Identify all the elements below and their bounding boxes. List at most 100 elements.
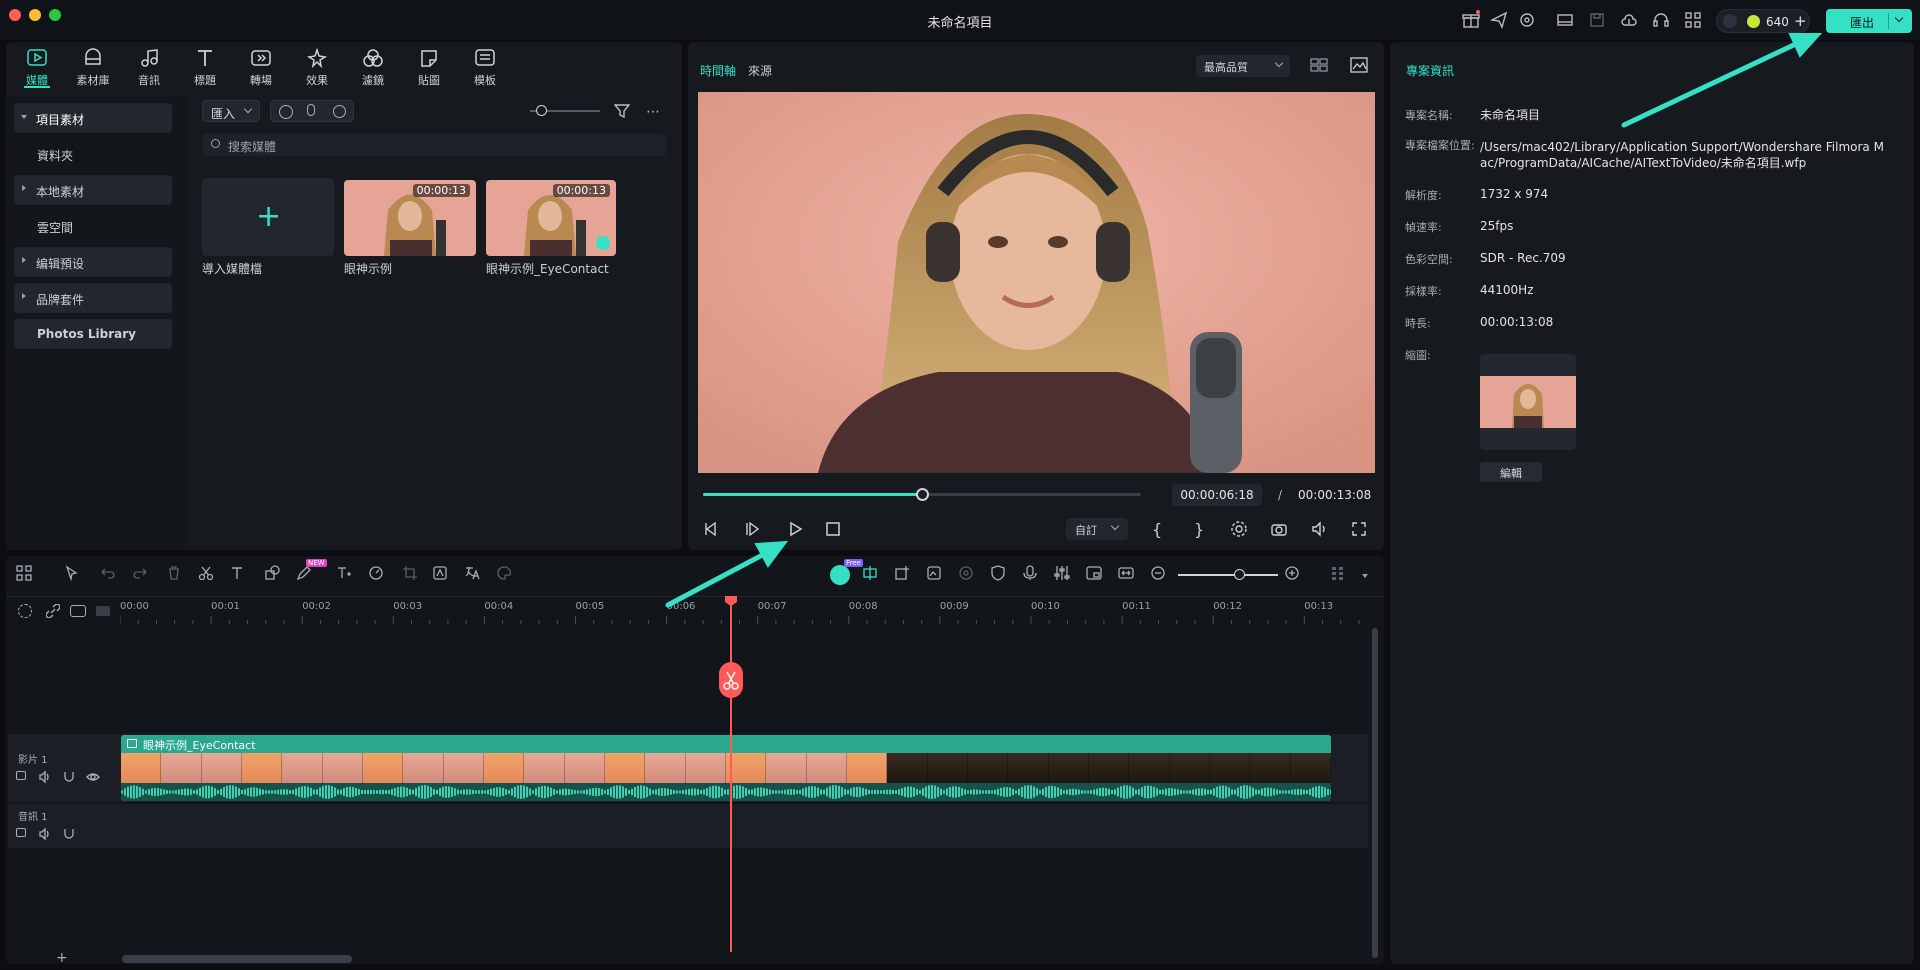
crop-icon[interactable] (402, 565, 422, 585)
custom-ratio-dropdown[interactable]: 自訂 (1066, 518, 1128, 540)
tab-timeline[interactable]: 時間軸 (700, 62, 736, 79)
shape-tool-icon[interactable] (264, 565, 284, 585)
tab-transitions[interactable]: 轉場 (236, 48, 286, 88)
unlink-icon[interactable] (46, 604, 60, 618)
filter-funnel-icon[interactable] (614, 103, 630, 119)
audio-track-lock-icon[interactable] (16, 828, 26, 837)
mark-in-icon[interactable]: { (1152, 520, 1172, 540)
export-dropdown-icon[interactable] (1894, 13, 1904, 23)
add-track-button[interactable]: + (56, 950, 68, 966)
video-track-magnet-icon[interactable] (62, 770, 76, 784)
fit-timeline-icon[interactable] (1118, 565, 1138, 585)
mask-shield-icon[interactable] (990, 565, 1010, 585)
media-thumbnail-1[interactable]: 00:00:13 (344, 180, 476, 256)
mic-icon[interactable] (307, 104, 315, 116)
stop-button[interactable] (824, 520, 844, 540)
add-keyframe-icon[interactable] (894, 565, 914, 585)
cloud-upload-icon[interactable] (1620, 11, 1640, 31)
fullscreen-icon[interactable] (1350, 520, 1370, 540)
tab-effects[interactable]: 效果 (292, 48, 342, 88)
playhead-split-button[interactable] (719, 662, 743, 698)
headset-icon[interactable] (1652, 11, 1672, 31)
image-snapshot-icon[interactable] (1350, 57, 1368, 73)
auto-reframe-icon[interactable] (862, 565, 882, 585)
grid-view-icon[interactable] (1310, 58, 1328, 72)
media-thumbnail-2[interactable]: 00:00:13 (486, 180, 616, 256)
vertical-scrollbar[interactable] (1372, 628, 1378, 958)
tab-filters[interactable]: 濾鏡 (348, 48, 398, 88)
tab-source[interactable]: 來源 (748, 62, 772, 79)
ai-text-icon[interactable] (336, 565, 356, 585)
track-view-dropdown-icon[interactable] (1362, 574, 1368, 578)
current-time[interactable]: 00:00:06:18 (1172, 484, 1262, 506)
mark-out-icon[interactable]: } (1194, 520, 1214, 540)
snapshot-camera-icon[interactable] (1270, 520, 1290, 540)
ai-edit-icon[interactable] (432, 565, 452, 585)
sidebar-item-cloud[interactable]: 雲空間 (14, 211, 172, 241)
color-palette-icon[interactable] (496, 565, 516, 585)
audio-track-magnet-icon[interactable] (62, 827, 76, 841)
translate-icon[interactable] (464, 565, 484, 585)
record-voice-icon[interactable] (1022, 565, 1042, 585)
screen-record-icon[interactable] (279, 105, 293, 119)
timeline-ruler[interactable] (120, 614, 1370, 624)
undo-icon[interactable] (100, 565, 120, 585)
import-dropdown[interactable]: 匯入 (202, 100, 260, 122)
tab-stickers[interactable]: 貼圖 (404, 48, 454, 88)
add-credits-icon[interactable]: + (1794, 12, 1807, 30)
pen-tool-icon[interactable] (296, 565, 316, 585)
timeline-settings-icon[interactable] (18, 604, 32, 618)
track-height-icon[interactable] (96, 606, 110, 616)
tab-audio[interactable]: 音訊 (124, 48, 174, 88)
credits-badge[interactable]: 640 + (1716, 9, 1810, 33)
play-button[interactable] (786, 520, 806, 540)
split-scissors-icon[interactable] (198, 565, 218, 585)
audio-track-mute-icon[interactable] (38, 827, 52, 841)
track-view-icon[interactable] (1330, 565, 1350, 585)
edit-thumbnail-button[interactable]: 編輯 (1480, 462, 1542, 482)
apps-grid-icon[interactable] (1684, 11, 1704, 31)
volume-icon[interactable] (1310, 520, 1330, 540)
settings-gear-icon[interactable] (1230, 520, 1250, 540)
stabilize-icon[interactable] (958, 565, 978, 585)
layout-grid-icon[interactable] (16, 565, 36, 585)
speed-icon[interactable] (368, 565, 388, 585)
video-preview[interactable] (698, 92, 1375, 473)
link-tracks-icon[interactable] (70, 605, 86, 617)
timeline-zoom-knob[interactable] (1234, 569, 1245, 580)
save-icon[interactable] (1588, 11, 1608, 31)
video-track-mute-icon[interactable] (38, 770, 52, 784)
sidebar-item-brand-kit[interactable]: 品牌套件 (14, 283, 172, 313)
sidebar-item-folder[interactable]: 資料夾 (14, 139, 172, 169)
horizontal-scrollbar[interactable] (122, 955, 352, 963)
quality-dropdown[interactable]: 最高品質 (1196, 55, 1290, 77)
zoom-in-icon[interactable] (1284, 565, 1304, 585)
sidebar-item-photos-library[interactable]: Photos Library (14, 319, 172, 349)
zoom-out-icon[interactable] (1150, 565, 1170, 585)
search-input[interactable]: 搜索媒體 (202, 134, 666, 156)
zoom-slider-knob[interactable] (536, 105, 547, 116)
timeline-zoom-slider[interactable] (1178, 574, 1278, 576)
ai-image-icon[interactable] (926, 565, 946, 585)
playhead[interactable] (730, 604, 732, 952)
layout-icon[interactable] (1556, 11, 1576, 31)
tab-library[interactable]: 素材庫 (68, 48, 118, 88)
voice-icon[interactable] (333, 105, 346, 118)
video-track-visibility-icon[interactable] (86, 770, 100, 784)
video-track-lock-icon[interactable] (16, 771, 26, 780)
export-button[interactable]: 匯出 (1826, 9, 1912, 33)
sidebar-item-project-media[interactable]: 項目素材 (14, 103, 172, 133)
community-icon[interactable] (1518, 11, 1538, 31)
delete-icon[interactable] (166, 565, 186, 585)
text-tool-icon[interactable] (230, 565, 250, 585)
more-options-icon[interactable]: ⋯ (646, 104, 660, 120)
playback-scrubber-knob[interactable] (916, 488, 929, 501)
send-icon[interactable] (1490, 11, 1510, 31)
import-media-tile[interactable]: + (202, 178, 334, 256)
redo-icon[interactable] (132, 565, 152, 585)
audio-mixer-icon[interactable] (1054, 565, 1074, 585)
sidebar-item-local-media[interactable]: 本地素材 (14, 175, 172, 205)
picture-in-picture-icon[interactable] (1086, 565, 1106, 585)
tab-templates[interactable]: 模板 (460, 48, 510, 88)
next-frame-icon[interactable] (744, 520, 764, 540)
